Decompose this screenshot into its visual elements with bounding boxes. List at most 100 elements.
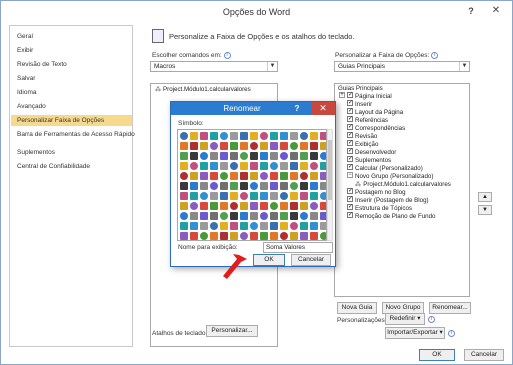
symbol-option-icon[interactable] [280,192,288,200]
symbol-option-icon[interactable] [310,152,318,160]
symbol-option-icon[interactable] [270,132,278,140]
dialog-help-button[interactable]: ? [292,103,302,114]
tree-checkbox[interactable]: ✓ [347,164,353,171]
symbol-option-icon[interactable] [220,152,228,160]
symbol-option-icon[interactable] [210,232,218,240]
symbol-option-icon[interactable] [240,202,248,210]
symbol-option-icon[interactable] [260,212,268,220]
tree-checkbox[interactable]: ✓ [347,116,353,123]
tree-checkbox[interactable]: ✓ [347,188,353,195]
move-up-button[interactable]: ▲ [478,192,492,202]
symbol-option-icon[interactable] [190,182,198,190]
close-button[interactable]: ✕ [485,4,507,18]
symbol-option-icon[interactable] [320,182,326,190]
symbol-option-icon[interactable] [180,202,188,210]
symbol-option-icon[interactable] [250,152,258,160]
tree-item[interactable]: − Novo Grupo (Personalizado) [347,172,433,181]
symbol-option-icon[interactable] [220,142,228,150]
symbol-option-icon[interactable] [190,232,198,240]
chevron-down-icon[interactable]: ▼ [267,62,277,71]
symbol-option-icon[interactable] [300,222,308,230]
import-export-button[interactable]: Importar/Exportar ▾ [385,327,445,339]
tree-checkbox[interactable]: ✓ [347,100,353,107]
symbol-option-icon[interactable] [220,222,228,230]
tree-item[interactable]: ✓ Inserir [339,100,372,109]
ribbon-combo[interactable]: Guias Principais ▼ [334,61,470,72]
chevron-down-icon[interactable]: ▼ [459,62,469,71]
symbol-option-icon[interactable] [240,142,248,150]
symbol-option-icon[interactable] [250,142,258,150]
symbol-option-icon[interactable] [180,172,188,180]
symbol-option-icon[interactable] [320,212,326,220]
symbol-option-icon[interactable] [290,132,298,140]
symbol-option-icon[interactable] [320,172,326,180]
reset-button[interactable]: Redefinir ▾ [385,313,425,325]
sidebar-item-idioma[interactable]: Idioma [11,87,132,98]
tree-item[interactable]: ✓ Revisão [339,132,377,141]
symbol-option-icon[interactable] [250,212,258,220]
symbol-option-icon[interactable] [260,202,268,210]
symbol-option-icon[interactable] [230,162,238,170]
symbol-option-icon[interactable] [200,142,208,150]
tree-checkbox[interactable]: ✓ [347,132,353,139]
symbol-option-icon[interactable] [190,192,198,200]
symbol-option-icon[interactable] [320,192,326,200]
symbol-option-icon[interactable] [300,212,308,220]
symbol-option-icon[interactable] [180,182,188,190]
symbol-option-icon[interactable] [270,182,278,190]
symbol-option-icon[interactable] [220,162,228,170]
symbol-option-icon[interactable] [300,192,308,200]
symbol-option-icon[interactable] [280,172,288,180]
symbol-option-icon[interactable] [290,192,298,200]
symbol-option-icon[interactable] [270,202,278,210]
symbol-option-icon[interactable] [190,172,198,180]
symbol-option-icon[interactable] [250,202,258,210]
symbol-option-icon[interactable] [310,142,318,150]
symbol-option-icon[interactable] [200,232,208,240]
symbol-option-icon[interactable] [280,222,288,230]
dialog-ok-button[interactable]: OK [253,254,285,266]
symbol-option-icon[interactable] [220,232,228,240]
symbol-option-icon[interactable] [320,162,326,170]
display-name-input[interactable]: Soma Valores [263,242,333,253]
scroll-thumb[interactable] [328,140,332,200]
help-button[interactable]: ? [463,4,479,18]
symbol-option-icon[interactable] [270,142,278,150]
symbol-option-icon[interactable] [300,202,308,210]
symbol-option-icon[interactable] [260,232,268,240]
symbol-option-icon[interactable] [180,132,188,140]
symbol-option-icon[interactable] [240,182,248,190]
symbol-option-icon[interactable] [180,152,188,160]
sidebar-item-geral[interactable]: Geral [11,31,132,42]
symbol-option-icon[interactable] [210,182,218,190]
symbol-option-icon[interactable] [300,142,308,150]
tree-checkbox[interactable]: ✓ [347,204,353,211]
symbol-option-icon[interactable] [250,172,258,180]
symbol-option-icon[interactable] [300,132,308,140]
symbol-option-icon[interactable] [180,192,188,200]
symbol-option-icon[interactable] [210,172,218,180]
symbol-option-icon[interactable] [300,172,308,180]
symbol-option-icon[interactable] [190,152,198,160]
symbol-option-icon[interactable] [190,142,198,150]
tree-checkbox[interactable]: ✓ [347,124,353,131]
symbol-option-icon[interactable] [230,192,238,200]
symbol-option-icon[interactable] [230,182,238,190]
symbol-option-icon[interactable] [230,212,238,220]
dialog-close-button[interactable]: ✕ [311,102,335,115]
customize-keyboard-button[interactable]: Personalizar... [206,325,258,337]
symbol-option-icon[interactable] [280,142,288,150]
symbol-option-icon[interactable] [220,132,228,140]
symbol-option-icon[interactable] [260,182,268,190]
symbol-option-icon[interactable] [250,132,258,140]
ribbon-tree[interactable]: Guias Principais + ✓ Página Inicial ✓ Inseri… [334,83,470,297]
symbol-option-icon[interactable] [260,172,268,180]
symbol-option-icon[interactable] [210,212,218,220]
symbol-option-icon[interactable] [310,192,318,200]
tree-checkbox[interactable]: ✓ [347,148,353,155]
commands-combo[interactable]: Macros ▼ [150,61,278,72]
symbol-option-icon[interactable] [200,202,208,210]
symbol-option-icon[interactable] [270,232,278,240]
symbol-grid[interactable] [177,129,327,241]
symbol-option-icon[interactable] [310,182,318,190]
